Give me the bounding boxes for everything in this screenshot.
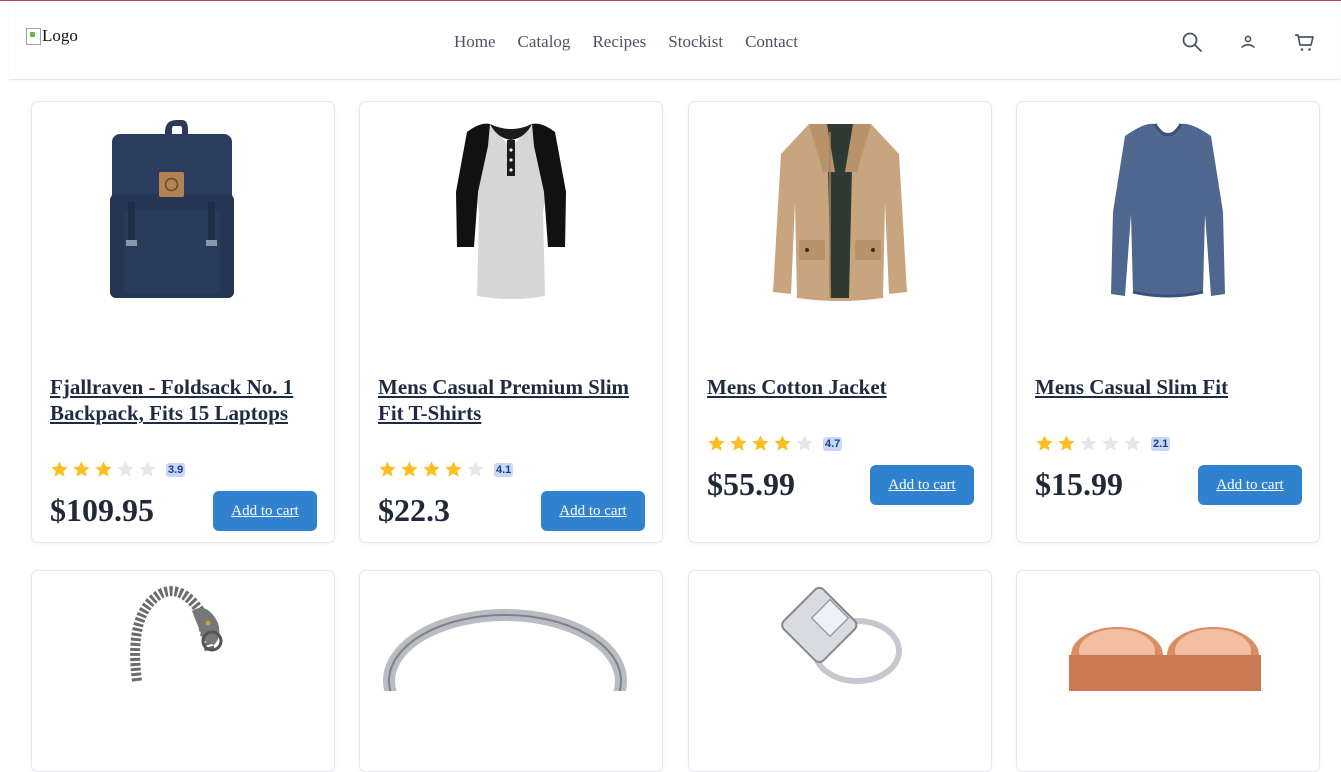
product-image-backpack[interactable]: [32, 102, 334, 322]
nav-home[interactable]: Home: [454, 32, 496, 52]
product-price: $22.3: [378, 492, 450, 528]
product-image-tshirt[interactable]: [360, 102, 662, 322]
rating-badge: 3.9: [166, 462, 186, 477]
add-to-cart-button[interactable]: Add to cart: [213, 491, 317, 531]
star-empty-icon: [117, 461, 134, 477]
star-empty-icon: [1124, 435, 1141, 451]
product-card: [1016, 570, 1320, 772]
site-header: Logo Home Catalog Recipes Stockist Conta…: [9, 1, 1340, 80]
product-card: Fjallraven - Foldsack No. 1 Backpack, Fi…: [31, 101, 335, 543]
star-filled-icon: [1036, 435, 1053, 451]
rating-badge: 2.1: [1151, 436, 1171, 451]
star-filled-icon: [51, 461, 68, 477]
header-actions: [1181, 30, 1315, 54]
product-card: [688, 570, 992, 772]
product-title[interactable]: Mens Cotton Jacket: [707, 374, 975, 400]
product-image-diamond-ring[interactable]: [689, 571, 991, 771]
product-image-bracelet[interactable]: [32, 571, 334, 771]
star-empty-icon: [467, 461, 484, 477]
star-filled-icon: [423, 461, 440, 477]
add-to-cart-button[interactable]: Add to cart: [1198, 465, 1302, 505]
product-image-longsleeve[interactable]: [1017, 102, 1319, 322]
star-filled-icon: [774, 435, 791, 451]
star-empty-icon: [1080, 435, 1097, 451]
star-filled-icon: [752, 435, 769, 451]
cart-icon[interactable]: [1293, 30, 1315, 54]
user-icon[interactable]: [1237, 30, 1259, 54]
star-filled-icon: [379, 461, 396, 477]
product-price: $15.99: [1035, 466, 1123, 502]
rating-badge: 4.1: [494, 462, 514, 477]
add-to-cart-button[interactable]: Add to cart: [870, 465, 974, 505]
product-card: [359, 570, 663, 772]
star-filled-icon: [95, 461, 112, 477]
rating: 4.7: [707, 434, 843, 453]
product-card: Mens Casual Slim Fit 2.1 $15.99 Add to c…: [1016, 101, 1320, 543]
product-title[interactable]: Mens Casual Slim Fit: [1035, 374, 1303, 400]
star-empty-icon: [1102, 435, 1119, 451]
nav-recipes[interactable]: Recipes: [592, 32, 646, 52]
product-price: $109.95: [50, 492, 154, 528]
product-image-rose-gold-rings[interactable]: [1017, 571, 1319, 771]
nav-catalog[interactable]: Catalog: [518, 32, 571, 52]
star-empty-icon: [139, 461, 156, 477]
nav-contact[interactable]: Contact: [745, 32, 798, 52]
logo[interactable]: Logo: [26, 26, 78, 46]
star-filled-icon: [708, 435, 725, 451]
star-filled-icon: [1058, 435, 1075, 451]
star-filled-icon: [401, 461, 418, 477]
logo-alt-text: Logo: [42, 26, 78, 45]
rating: 2.1: [1035, 434, 1171, 453]
star-filled-icon: [730, 435, 747, 451]
rating: 3.9: [50, 460, 186, 479]
product-image-jacket[interactable]: [689, 102, 991, 322]
product-image-ring[interactable]: [360, 571, 662, 771]
product-card: Mens Cotton Jacket 4.7 $55.99 Add to car…: [688, 101, 992, 543]
product-title[interactable]: Fjallraven - Foldsack No. 1 Backpack, Fi…: [50, 374, 318, 426]
product-title[interactable]: Mens Casual Premium Slim Fit T-Shirts: [378, 374, 646, 426]
star-filled-icon: [73, 461, 90, 477]
main-nav: Home Catalog Recipes Stockist Contact: [454, 32, 798, 52]
rating: 4.1: [378, 460, 514, 479]
product-card: [31, 570, 335, 772]
product-price: $55.99: [707, 466, 795, 502]
add-to-cart-button[interactable]: Add to cart: [541, 491, 645, 531]
nav-stockist[interactable]: Stockist: [668, 32, 723, 52]
star-empty-icon: [796, 435, 813, 451]
broken-image-icon: [26, 27, 41, 45]
search-icon[interactable]: [1181, 30, 1203, 54]
product-card: Mens Casual Premium Slim Fit T-Shirts 4.…: [359, 101, 663, 543]
rating-badge: 4.7: [823, 436, 843, 451]
star-filled-icon: [445, 461, 462, 477]
